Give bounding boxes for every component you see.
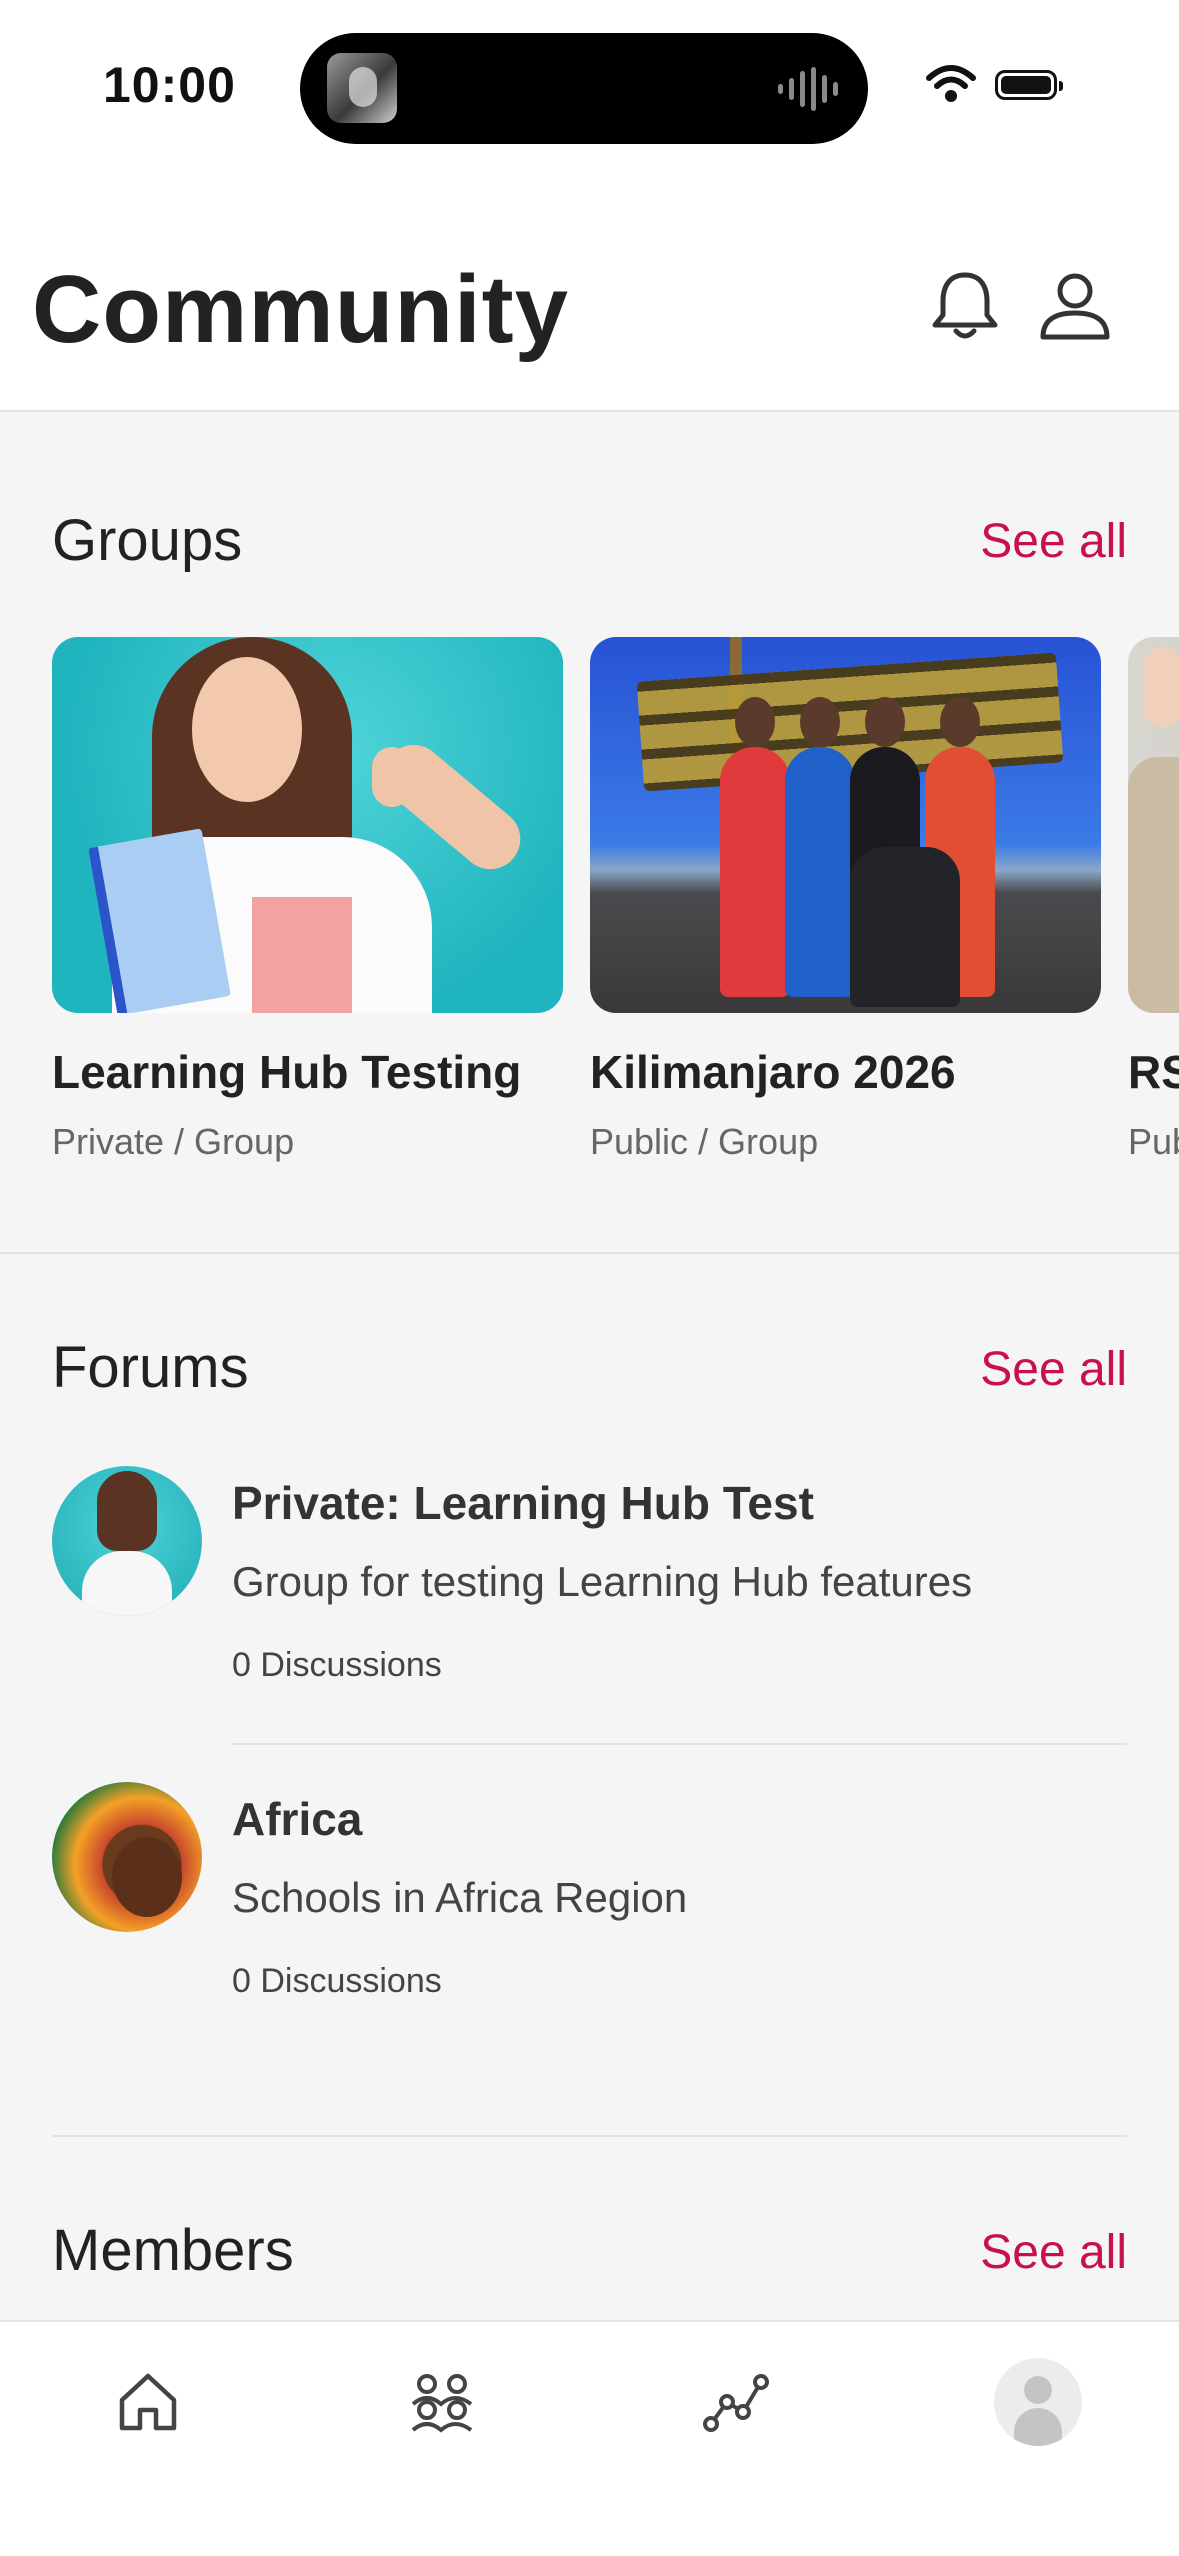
- tab-profile[interactable]: [978, 2352, 1098, 2452]
- forum-description: Group for testing Learning Hub features: [232, 1558, 973, 1605]
- forum-discussion-count: 0 Discussions: [232, 1962, 442, 2000]
- group-image: [590, 637, 1101, 1013]
- group-card[interactable]: Kilimanjaro 2026 Public / Group: [590, 637, 1101, 1163]
- dynamic-island: [300, 33, 868, 144]
- now-playing-thumbnail: [327, 53, 397, 123]
- activity-icon: [703, 2374, 769, 2432]
- profile-icon[interactable]: [1035, 265, 1115, 345]
- forum-title: Private: Learning Hub Test: [232, 1477, 814, 1529]
- group-name: Kilimanjaro 2026: [590, 1046, 956, 1098]
- battery-icon: [995, 70, 1063, 100]
- group-meta: Pub: [1128, 1121, 1179, 1162]
- members-see-all-link[interactable]: See all: [980, 2225, 1127, 2280]
- section-divider: [0, 1252, 1179, 1254]
- tab-home[interactable]: [88, 2352, 208, 2452]
- tab-groups[interactable]: [382, 2352, 502, 2452]
- community-content[interactable]: Groups See all Learning Hub Testing Priv…: [0, 412, 1179, 2320]
- forum-description: Schools in Africa Region: [232, 1874, 688, 1921]
- list-divider: [232, 1743, 1127, 1745]
- forums-see-all-link[interactable]: See all: [980, 1342, 1127, 1397]
- group-card[interactable]: Learning Hub Testing Private / Group: [52, 637, 563, 1163]
- group-image: [1128, 637, 1179, 1013]
- group-name: Learning Hub Testing: [52, 1046, 522, 1098]
- forum-avatar: [52, 1466, 202, 1616]
- home-icon: [119, 2373, 177, 2431]
- group-card[interactable]: RS Pub: [1128, 637, 1179, 1163]
- profile-avatar: [994, 2358, 1082, 2446]
- forum-discussion-count: 0 Discussions: [232, 1646, 442, 1684]
- audio-waveform-icon: [778, 67, 838, 111]
- group-name: RS: [1128, 1046, 1179, 1098]
- forum-avatar: [52, 1782, 202, 1932]
- forum-title: Africa: [232, 1793, 363, 1845]
- forums-section-title: Forums: [52, 1335, 249, 1400]
- groups-section-title: Groups: [52, 508, 243, 573]
- group-image: [52, 637, 563, 1013]
- members-section-title: Members: [52, 2218, 294, 2283]
- notification-bell-icon[interactable]: [925, 265, 1005, 345]
- groups-carousel[interactable]: Learning Hub Testing Private / Group Kil…: [52, 637, 1179, 1197]
- forum-list-item[interactable]: Private: Learning Hub Test Group for tes…: [0, 1466, 1179, 1686]
- groups-see-all-link[interactable]: See all: [980, 514, 1127, 569]
- group-meta: Private / Group: [52, 1121, 295, 1162]
- wifi-icon: [926, 65, 976, 102]
- forum-list-item[interactable]: Africa Schools in Africa Region 0 Discus…: [0, 1782, 1179, 2002]
- status-bar: 10:00: [0, 0, 1179, 175]
- status-time: 10:00: [103, 57, 236, 113]
- group-meta: Public / Group: [590, 1121, 819, 1162]
- bottom-tab-bar: [0, 2320, 1179, 2556]
- page-title: Community: [32, 256, 569, 363]
- groups-icon: [411, 2374, 473, 2433]
- page-header: Community: [0, 175, 1179, 412]
- section-divider: [52, 2135, 1127, 2137]
- tab-activity[interactable]: [676, 2352, 796, 2452]
